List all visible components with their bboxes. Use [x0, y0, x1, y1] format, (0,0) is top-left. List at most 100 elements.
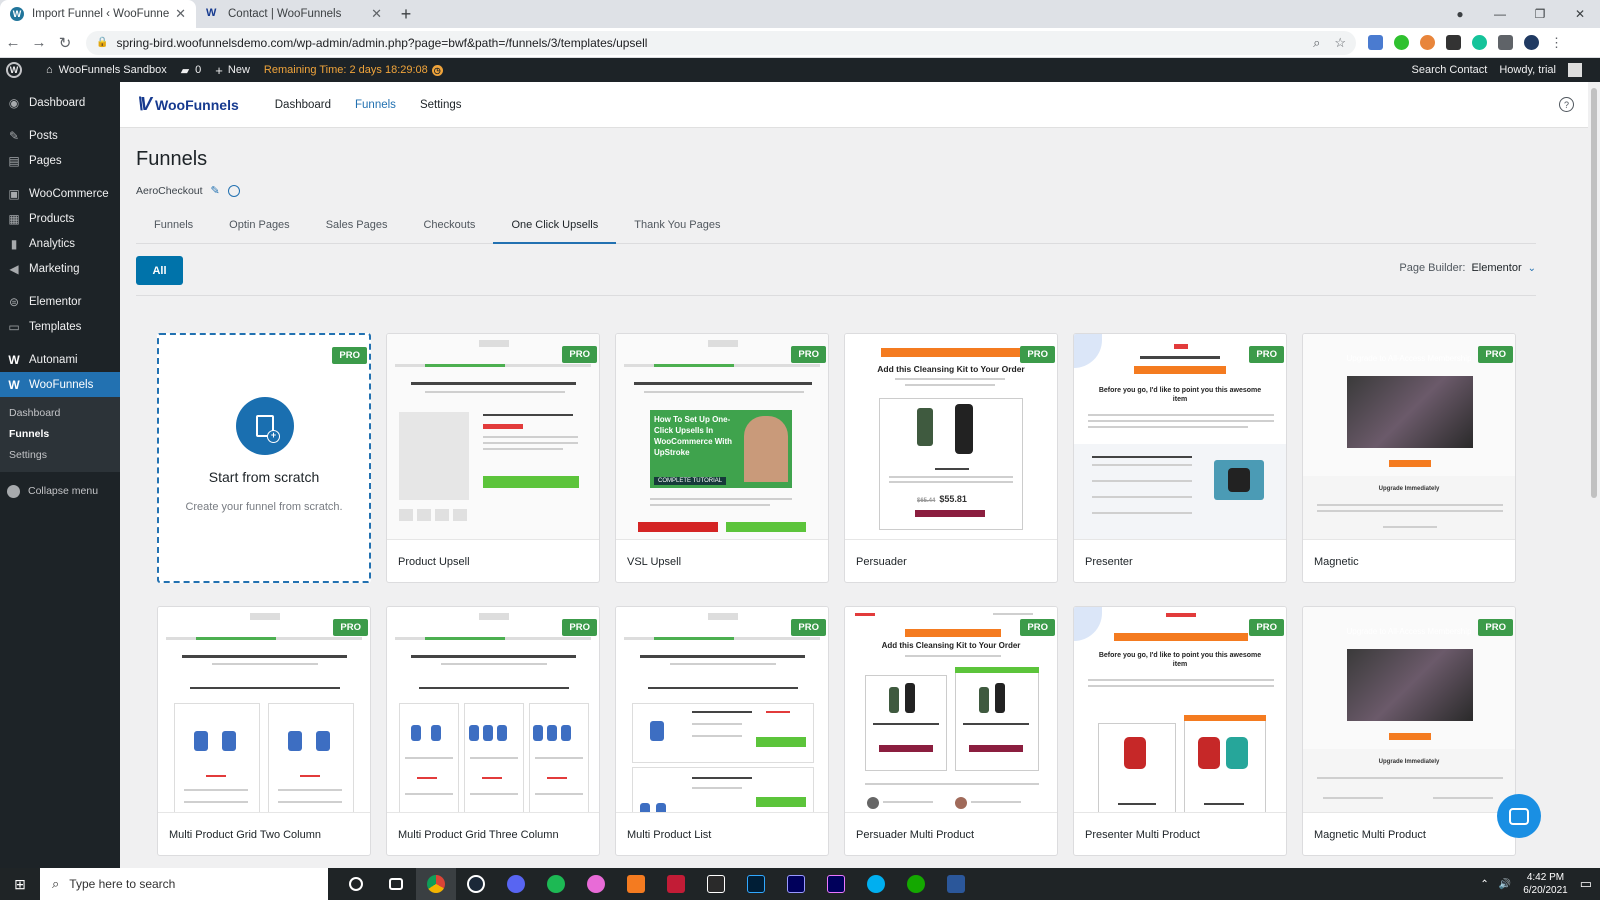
itunes-icon[interactable]: [576, 868, 616, 900]
close-window-button[interactable]: ✕: [1560, 7, 1600, 21]
submenu-item-dashboard[interactable]: Dashboard: [0, 403, 120, 424]
howdy-user[interactable]: Howdy, trial: [1499, 64, 1556, 76]
zoom-icon[interactable]: ⌕: [1313, 35, 1320, 51]
template-card-presenter-multi-product[interactable]: PRO Before you go, I'd like to point you…: [1073, 606, 1287, 856]
tab-checkouts[interactable]: Checkouts: [405, 206, 493, 244]
minimize-button[interactable]: —: [1480, 7, 1520, 21]
template-card-multi-product-grid-three-column[interactable]: PRO Multi Product Grid Three Column: [386, 606, 600, 856]
menu-kebab-icon[interactable]: ⋮: [1550, 35, 1563, 51]
sidebar-item-templates[interactable]: ▭ Templates: [0, 314, 120, 339]
after-effects-icon[interactable]: [776, 868, 816, 900]
skype-icon[interactable]: [856, 868, 896, 900]
topnav-settings[interactable]: Settings: [420, 99, 462, 111]
chrome-icon[interactable]: [416, 868, 456, 900]
taskbar-search-input[interactable]: ⌕ Type here to search: [40, 868, 328, 900]
forward-icon[interactable]: →: [26, 34, 52, 51]
extension-icon[interactable]: [1420, 35, 1435, 50]
template-card-persuader-multi-product[interactable]: PRO Add this Cleansing Kit to Your Order…: [844, 606, 1058, 856]
submenu-item-funnels[interactable]: Funnels: [0, 424, 120, 445]
vivaldi-icon[interactable]: [656, 868, 696, 900]
collapse-menu-button[interactable]: Collapse menu: [0, 476, 120, 506]
new-content-link[interactable]: + New: [215, 63, 250, 78]
template-card-multi-product-grid-two-column[interactable]: PRO Multi Product Grid Two Column: [157, 606, 371, 856]
page-scrollbar[interactable]: [1588, 82, 1600, 868]
template-card-vsl-upsell[interactable]: PRO How To Set Up One-Click Upsells In W…: [615, 333, 829, 583]
search-contact-link[interactable]: Search Contact: [1412, 64, 1488, 76]
extension-icon[interactable]: [1446, 35, 1461, 50]
spotify-icon[interactable]: [536, 868, 576, 900]
extension-icon[interactable]: [1394, 35, 1409, 50]
topnav-funnels[interactable]: Funnels: [355, 99, 396, 111]
template-card-multi-product-list[interactable]: PRO Multi Product List: [615, 606, 829, 856]
start-from-scratch-card[interactable]: PRO Start from scratch Create your funne…: [157, 333, 371, 583]
avatar[interactable]: [1568, 63, 1582, 77]
extension-icon[interactable]: [1368, 35, 1383, 50]
sidebar-item-woofunnels[interactable]: W WooFunnels: [0, 372, 120, 397]
submenu-item-settings[interactable]: Settings: [0, 445, 120, 466]
sidebar-item-marketing[interactable]: ◀ Marketing: [0, 256, 120, 281]
page-builder-select[interactable]: Page Builder: Elementor ⌄: [1399, 262, 1536, 274]
sidebar-item-pages[interactable]: ▤ Pages: [0, 148, 120, 173]
task-view-icon[interactable]: [376, 868, 416, 900]
comments-link[interactable]: ▰ 0: [181, 64, 202, 77]
steam-icon[interactable]: [456, 868, 496, 900]
photoshop-icon[interactable]: [736, 868, 776, 900]
topnav-dashboard[interactable]: Dashboard: [275, 99, 331, 111]
sidebar-item-dashboard[interactable]: ◉ Dashboard: [0, 90, 120, 115]
plus-icon: +: [215, 62, 223, 78]
template-card-persuader[interactable]: PRO Add this Cleansing Kit to Your Order…: [844, 333, 1058, 583]
reload-icon[interactable]: ↻: [52, 34, 78, 52]
sidebar-item-elementor[interactable]: ⊜ Elementor: [0, 289, 120, 314]
sidebar-item-analytics[interactable]: ▮ Analytics: [0, 231, 120, 256]
edit-pencil-icon[interactable]: ✎: [211, 184, 220, 197]
browser-tab-contact[interactable]: W Contact | WooFunnels ✕: [196, 0, 392, 28]
premiere-icon[interactable]: [816, 868, 856, 900]
upwork-icon[interactable]: [896, 868, 936, 900]
url-bar[interactable]: 🔒 spring-bird.woofunnelsdemo.com/wp-admi…: [86, 30, 1356, 55]
tab-one-click-upsells[interactable]: One Click Upsells: [493, 206, 617, 244]
sidebar-item-autonami[interactable]: W Autonami: [0, 347, 120, 372]
template-card-magnetic-multi-product[interactable]: PRO Upgrade to All-Access Membership Upg…: [1302, 606, 1516, 856]
chat-launcher-button[interactable]: [1497, 794, 1541, 838]
profile-icon[interactable]: ●: [1440, 7, 1480, 21]
cortana-icon[interactable]: [336, 868, 376, 900]
browser-tab-import-funnel[interactable]: W Import Funnel ‹ WooFunnels — W ✕: [0, 0, 196, 28]
epic-games-icon[interactable]: [696, 868, 736, 900]
windows-start-icon[interactable]: ⊞: [0, 876, 40, 893]
volume-icon[interactable]: 🔊: [1499, 879, 1511, 890]
woofunnels-logo[interactable]: \V WooFunnels: [138, 94, 239, 115]
scrollbar-thumb[interactable]: [1591, 88, 1597, 498]
video-thumbnail[interactable]: How To Set Up One-Click Upsells In WooCo…: [650, 410, 792, 488]
bookmark-star-icon[interactable]: ☆: [1334, 35, 1346, 51]
clock[interactable]: 4:42 PM 6/20/2021: [1523, 871, 1568, 897]
tray-chevron-icon[interactable]: ⌃: [1480, 879, 1488, 890]
back-icon[interactable]: ←: [0, 34, 26, 51]
close-tab-icon[interactable]: ✕: [371, 6, 382, 22]
filter-all-button[interactable]: All: [136, 256, 183, 285]
grammarly-icon[interactable]: [1472, 35, 1487, 50]
tab-optin-pages[interactable]: Optin Pages: [211, 206, 308, 244]
tab-sales-pages[interactable]: Sales Pages: [308, 206, 406, 244]
sidebar-item-woocommerce[interactable]: ▣ WooCommerce: [0, 181, 120, 206]
wordpress-logo-icon[interactable]: W: [6, 62, 22, 78]
discord-icon[interactable]: [496, 868, 536, 900]
site-name-link[interactable]: ⌂ WooFunnels Sandbox: [46, 64, 167, 76]
maximize-button[interactable]: ❐: [1520, 7, 1560, 21]
template-card-presenter[interactable]: PRO Before you go, I'd like to point you…: [1073, 333, 1287, 583]
template-card-magnetic[interactable]: PRO Upgrade to All-Access Membership Upg…: [1302, 333, 1516, 583]
word-icon[interactable]: [936, 868, 976, 900]
help-icon[interactable]: ?: [1559, 97, 1574, 112]
avatar-icon[interactable]: [1524, 35, 1539, 50]
puzzle-icon[interactable]: [1498, 35, 1513, 50]
new-tab-button[interactable]: +: [392, 0, 420, 28]
sidebar-item-products[interactable]: ▦ Products: [0, 206, 120, 231]
view-eye-icon[interactable]: [227, 184, 240, 197]
tab-thank-you-pages[interactable]: Thank You Pages: [616, 206, 738, 244]
sidebar-item-posts[interactable]: ✎ Posts: [0, 123, 120, 148]
app-icon[interactable]: [616, 868, 656, 900]
tab-funnels[interactable]: Funnels: [136, 206, 211, 244]
close-tab-icon[interactable]: ✕: [175, 6, 186, 22]
notifications-icon[interactable]: ▭: [1580, 876, 1592, 892]
template-card-product-upsell[interactable]: PRO Product Upsell: [386, 333, 600, 583]
template-name: Presenter: [1085, 556, 1133, 568]
